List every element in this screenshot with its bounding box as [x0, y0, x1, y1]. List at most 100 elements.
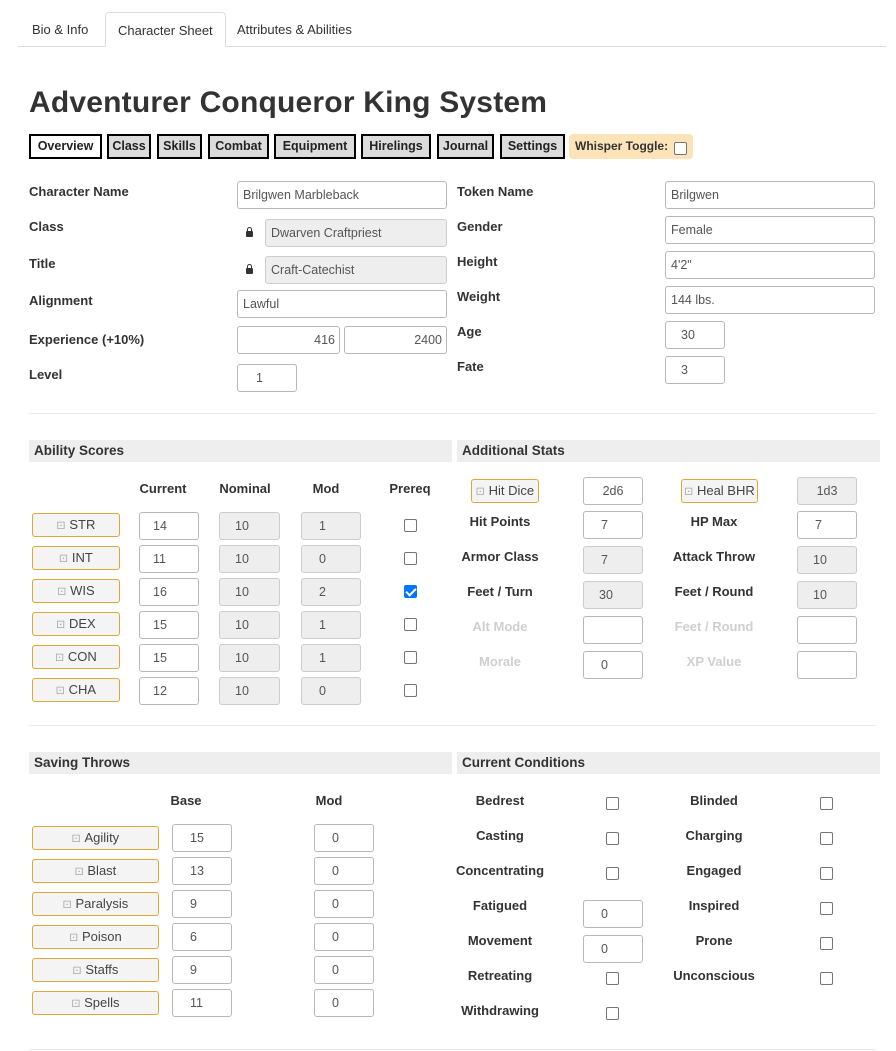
die-icon: ⚀ [72, 966, 82, 977]
condition-bedrest-checkbox[interactable] [606, 797, 619, 810]
hit-dice-input[interactable]: 2d6 [583, 477, 643, 505]
str-prereq-checkbox[interactable] [404, 519, 417, 532]
con-roll-button[interactable]: ⚀ CON [32, 645, 120, 669]
hit-points-input[interactable]: 7 [583, 511, 643, 539]
level-input[interactable]: 1 [237, 364, 297, 392]
condition-concentrating-checkbox[interactable] [606, 867, 619, 880]
overview-button[interactable]: Overview [29, 134, 102, 159]
spells-base-input[interactable]: 11 [172, 989, 232, 1017]
condition-fatigued-input[interactable]: 0 [583, 900, 643, 928]
staffs-mod-input[interactable]: 0 [314, 956, 374, 984]
roll-label: Paralysis [75, 896, 129, 911]
die-icon: ⚀ [684, 487, 693, 498]
hp-max-input[interactable]: 7 [797, 511, 857, 539]
cha-prereq-checkbox[interactable] [404, 684, 417, 697]
morale-input[interactable]: 0 [583, 651, 643, 679]
paralysis-base-input[interactable]: 9 [172, 890, 232, 918]
equipment-button[interactable]: Equipment [274, 134, 356, 159]
condition-movement-input[interactable]: 0 [583, 935, 643, 963]
token-name-input[interactable]: Brilgwen [665, 181, 875, 209]
int-nominal-field: 10 [219, 545, 280, 573]
spells-save-button[interactable]: ⚀ Spells [32, 991, 159, 1015]
condition-withdrawing-checkbox[interactable] [606, 1007, 619, 1020]
tab-character-sheet[interactable]: Character Sheet [105, 12, 226, 47]
tab-attributes-abilities[interactable]: Attributes & Abilities [225, 12, 364, 47]
wis-nominal-field: 10 [219, 578, 280, 606]
paralysis-save-button[interactable]: ⚀ Paralysis [32, 892, 159, 916]
paralysis-mod-input[interactable]: 0 [314, 890, 374, 918]
height-input[interactable]: 4'2" [665, 251, 875, 279]
staffs-base-input[interactable]: 9 [172, 956, 232, 984]
whisper-toggle: Whisper Toggle: [569, 134, 693, 159]
heal-bhr-button[interactable]: ⚀ Heal BHR [681, 479, 758, 503]
tab-bar: Bio & Info Character Sheet Attributes & … [18, 12, 886, 47]
experience-input[interactable]: 416 [237, 326, 340, 354]
ability-scores-header: Ability Scores [29, 440, 452, 462]
dex-roll-button[interactable]: ⚀ DEX [32, 612, 120, 636]
condition-engaged-checkbox[interactable] [820, 867, 833, 880]
blast-save-button[interactable]: ⚀ Blast [32, 859, 159, 883]
dex-mod-field: 1 [301, 611, 361, 639]
character-name-input[interactable]: Brilgwen Marbleback [237, 181, 447, 209]
poison-save-button[interactable]: ⚀ Poison [32, 925, 159, 949]
wis-roll-button[interactable]: ⚀ WIS [32, 579, 120, 603]
skills-button[interactable]: Skills [157, 134, 202, 159]
agility-save-button[interactable]: ⚀ Agility [32, 826, 159, 850]
additional-stats-header: Additional Stats [457, 440, 880, 462]
cha-roll-button[interactable]: ⚀ CHA [32, 678, 120, 702]
condition-fatigued-label: Fatigued [472, 898, 528, 913]
class-button[interactable]: Class [107, 134, 151, 159]
level-label: Level [29, 367, 63, 382]
int-roll-button[interactable]: ⚀ INT [32, 546, 120, 570]
journal-button[interactable]: Journal [437, 134, 494, 159]
str-current-input[interactable]: 14 [139, 512, 199, 540]
dex-prereq-checkbox[interactable] [404, 618, 417, 631]
wis-prereq-checkbox[interactable] [404, 585, 417, 598]
die-icon: ⚀ [57, 587, 67, 598]
condition-charging-checkbox[interactable] [820, 832, 833, 845]
spells-mod-input[interactable]: 0 [314, 989, 374, 1017]
condition-prone-checkbox[interactable] [820, 937, 833, 950]
weight-input[interactable]: 144 lbs. [665, 286, 875, 314]
condition-inspired-checkbox[interactable] [820, 902, 833, 915]
dex-current-input[interactable]: 15 [139, 611, 199, 639]
alt-mode-input[interactable] [583, 616, 643, 644]
die-icon: ⚀ [71, 834, 81, 845]
blast-base-input[interactable]: 13 [172, 857, 232, 885]
heal-bhr-field: 1d3 [797, 477, 857, 505]
condition-blinded-checkbox[interactable] [820, 797, 833, 810]
blast-mod-input[interactable]: 0 [314, 857, 374, 885]
staffs-save-button[interactable]: ⚀ Staffs [32, 958, 159, 982]
condition-retreating-checkbox[interactable] [606, 972, 619, 985]
int-prereq-checkbox[interactable] [404, 552, 417, 565]
con-current-input[interactable]: 15 [139, 644, 199, 672]
armor-class-label: Armor Class [461, 549, 539, 564]
condition-casting-checkbox[interactable] [606, 832, 619, 845]
tab-bio-info[interactable]: Bio & Info [20, 12, 100, 47]
agility-base-input[interactable]: 15 [172, 824, 232, 852]
attack-throw-field: 10 [797, 546, 857, 574]
divider [29, 725, 876, 726]
int-current-input[interactable]: 11 [139, 545, 199, 573]
combat-button[interactable]: Combat [208, 134, 269, 159]
str-roll-button[interactable]: ⚀ STR [32, 513, 120, 537]
alignment-input[interactable]: Lawful [237, 290, 447, 318]
cha-current-input[interactable]: 12 [139, 677, 199, 705]
fate-input[interactable]: 3 [665, 356, 725, 384]
xp-value-input[interactable] [797, 651, 857, 679]
hirelings-button[interactable]: Hirelings [361, 134, 431, 159]
wis-current-input[interactable]: 16 [139, 578, 199, 606]
condition-unconscious-checkbox[interactable] [820, 972, 833, 985]
alt-feet-round-input[interactable] [797, 616, 857, 644]
poison-mod-input[interactable]: 0 [314, 923, 374, 951]
age-input[interactable]: 30 [665, 321, 725, 349]
gender-input[interactable]: Female [665, 216, 875, 244]
experience-next-input[interactable]: 2400 [344, 326, 447, 354]
poison-base-input[interactable]: 6 [172, 923, 232, 951]
roll-label: Staffs [85, 962, 119, 977]
con-prereq-checkbox[interactable] [404, 651, 417, 664]
whisper-checkbox[interactable] [674, 142, 687, 155]
agility-mod-input[interactable]: 0 [314, 824, 374, 852]
hit-dice-button[interactable]: ⚀ Hit Dice [471, 479, 539, 503]
settings-button[interactable]: Settings [500, 134, 565, 159]
